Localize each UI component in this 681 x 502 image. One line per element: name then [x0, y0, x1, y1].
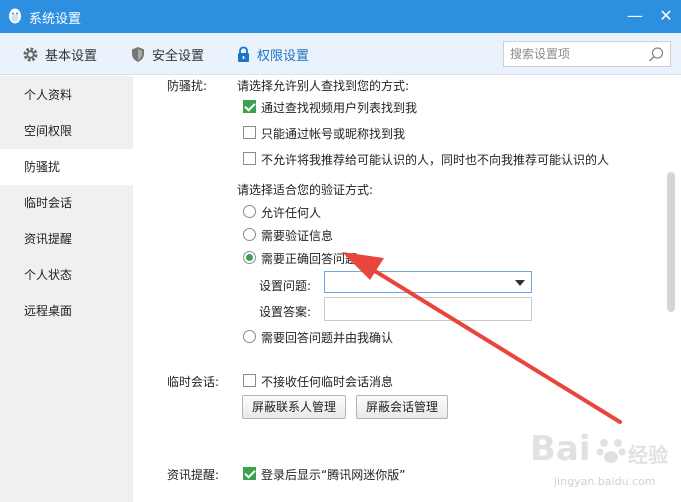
find-via-account-checkbox[interactable]	[243, 126, 256, 139]
block-temp-chat-checkbox[interactable]	[243, 374, 256, 387]
sidebar-item-space-permission[interactable]: 空间权限	[0, 113, 133, 149]
tab-security-settings-label: 安全设置	[152, 48, 205, 64]
title-bar: 系统设置 — ✕	[0, 0, 681, 33]
chevron-down-icon[interactable]	[515, 280, 525, 286]
tab-permission-settings[interactable]: 权限设置	[236, 43, 309, 65]
baidu-paw-icon	[596, 439, 626, 463]
block-sessions-manage-button[interactable]: 屏蔽会话管理	[356, 395, 448, 419]
watermark-brand-suffix: 经验	[628, 443, 668, 467]
tab-security-settings[interactable]: 安全设置	[130, 43, 204, 65]
minimize-button[interactable]: —	[624, 5, 646, 27]
no-recommend-label[interactable]: 不允许将我推荐给可能认识的人，同时也不向我推荐可能认识的人	[261, 151, 609, 168]
scrollbar-thumb[interactable]	[667, 172, 675, 312]
sidebar-item-profile[interactable]: 个人资料	[0, 77, 133, 113]
settings-sidebar: 个人资料 空间权限 防骚扰 临时会话 资讯提醒 个人状态 远程桌面	[0, 76, 133, 502]
sidebar-item-anti-harass[interactable]: 防骚扰	[0, 149, 133, 185]
answer-input[interactable]	[324, 297, 532, 321]
anti-harass-section-label: 防骚扰:	[167, 79, 208, 93]
window-title: 系统设置	[29, 12, 82, 27]
tab-basic-settings-label: 基本设置	[45, 48, 98, 64]
baidu-watermark-logo: Bai 经验 jingyan.baidu.com	[500, 425, 675, 495]
block-contacts-manage-button[interactable]: 屏蔽联系人管理	[242, 395, 346, 419]
search-icon[interactable]	[648, 46, 665, 63]
verify-answer-confirm-radio[interactable]	[243, 330, 256, 343]
tab-basic-settings[interactable]: 基本设置	[22, 43, 97, 65]
question-label: 设置问题:	[259, 279, 312, 293]
block-temp-chat-label[interactable]: 不接收任何临时会话消息	[261, 373, 393, 390]
question-select[interactable]	[324, 271, 532, 293]
tab-permission-settings-label: 权限设置	[257, 48, 310, 64]
sidebar-item-temp-chat[interactable]: 临时会话	[0, 185, 133, 221]
no-recommend-checkbox[interactable]	[243, 152, 256, 165]
qq-penguin-icon	[9, 8, 21, 24]
show-mini-news-checkbox[interactable]	[243, 467, 256, 480]
news-section-label: 资讯提醒:	[167, 468, 220, 482]
verify-need-info-radio[interactable]	[243, 228, 256, 241]
answer-label: 设置答案:	[259, 305, 312, 319]
show-mini-news-label[interactable]: 登录后显示“腾讯网迷你版”	[261, 466, 405, 483]
settings-toolbar: 基本设置 安全设置 权限设置	[0, 33, 681, 75]
shield-icon	[132, 46, 144, 62]
search-input[interactable]	[510, 45, 640, 63]
verify-answer-confirm-label[interactable]: 需要回答问题并由我确认	[261, 329, 393, 346]
gear-icon	[23, 47, 38, 61]
find-via-video-list-label[interactable]: 通过查找视频用户列表找到我	[261, 99, 417, 116]
sidebar-item-remote-desktop[interactable]: 远程桌面	[0, 293, 133, 329]
search-box[interactable]	[503, 41, 671, 67]
verify-allow-anyone-label[interactable]: 允许任何人	[261, 204, 321, 221]
verify-correct-answer-radio[interactable]	[243, 251, 256, 264]
close-button[interactable]: ✕	[655, 5, 677, 27]
verify-allow-anyone-radio[interactable]	[243, 205, 256, 218]
find-method-prompt: 请选择允许别人查找到您的方式:	[237, 79, 410, 93]
lock-icon	[238, 46, 249, 62]
watermark-brand: Bai	[530, 429, 591, 469]
find-via-account-label[interactable]: 只能通过帐号或昵称找到我	[261, 125, 405, 142]
find-via-video-list-checkbox[interactable]	[243, 100, 256, 113]
temp-chat-section-label: 临时会话:	[167, 375, 220, 389]
watermark-url: jingyan.baidu.com	[554, 475, 656, 488]
sidebar-item-news-reminder[interactable]: 资讯提醒	[0, 221, 133, 257]
verify-correct-answer-label[interactable]: 需要正确回答问题	[261, 250, 357, 267]
sidebar-item-personal-status[interactable]: 个人状态	[0, 257, 133, 293]
verify-method-prompt: 请选择适合您的验证方式:	[237, 183, 374, 197]
verify-need-info-label[interactable]: 需要验证信息	[261, 227, 333, 244]
